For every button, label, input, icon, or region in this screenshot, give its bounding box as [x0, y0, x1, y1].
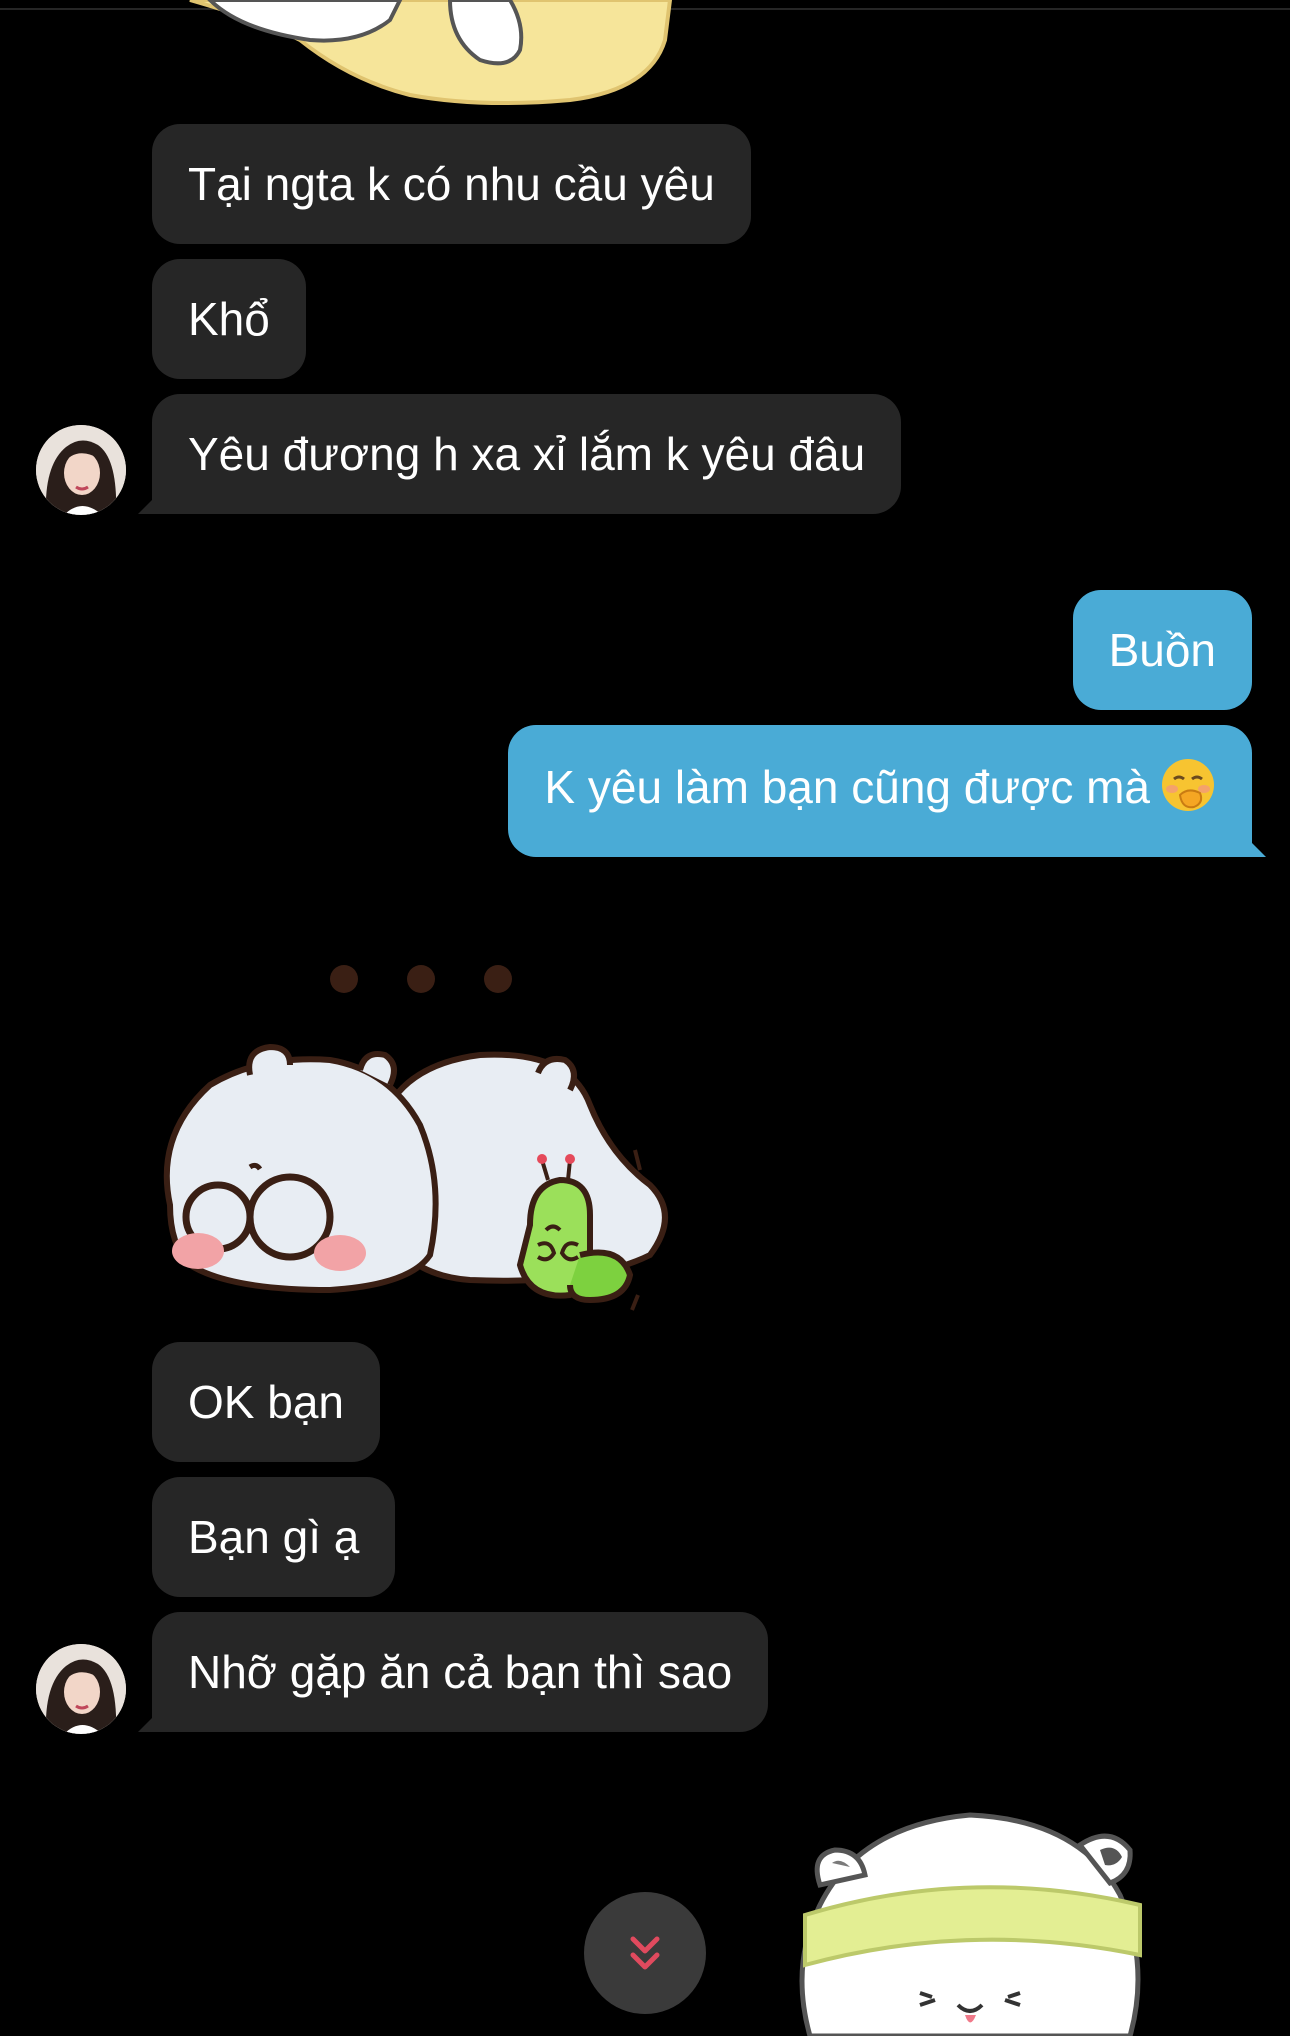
message-bubble-incoming[interactable]: OK bạn — [152, 1342, 380, 1462]
hamster-headband-sticker[interactable] — [780, 1805, 1160, 2036]
scroll-to-bottom-button[interactable] — [584, 1892, 706, 2014]
avatar-image — [36, 1644, 126, 1734]
sleeping-bear-with-caterpillar-sticker[interactable] — [150, 955, 690, 1335]
message-bubble-outgoing[interactable]: Buồn — [1072, 590, 1252, 710]
avatar[interactable] — [36, 425, 126, 515]
message-bubble-incoming[interactable]: Nhỡ gặp ăn cả bạn thì sao — [152, 1612, 769, 1732]
avatar[interactable] — [36, 1644, 126, 1734]
yellow-pillow-sticker[interactable] — [150, 0, 690, 110]
message-bubble-incoming[interactable]: Bạn gì ạ — [152, 1477, 396, 1597]
avatar-image — [36, 425, 126, 515]
double-chevron-down-icon — [630, 1936, 660, 1970]
face-with-hand-over-mouth-icon — [1160, 757, 1216, 825]
message-bubble-incoming[interactable]: Khổ — [152, 259, 306, 379]
message-bubble-outgoing[interactable]: K yêu làm bạn cũng được mà — [508, 725, 1252, 857]
message-text: K yêu làm bạn cũng được mà — [544, 761, 1150, 814]
message-bubble-incoming[interactable]: Yêu đương h xa xỉ lắm k yêu đâu — [152, 394, 902, 514]
message-bubble-incoming[interactable]: Tại ngta k có nhu cầu yêu — [152, 124, 751, 244]
